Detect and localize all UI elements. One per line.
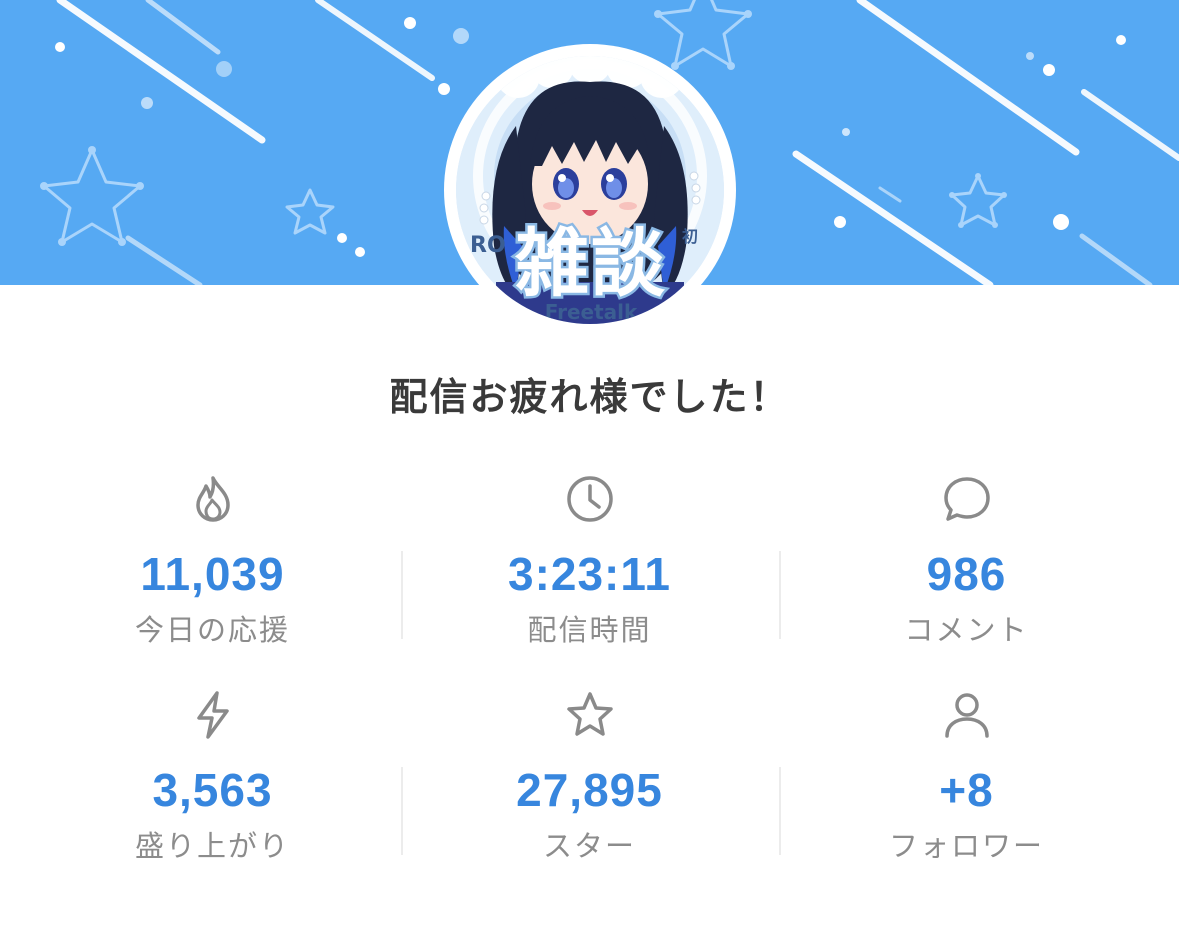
stream-summary-screen: RO 初 雑談 Freetalk 配信お疲れ様でした！ 11,039 今日の応援 [0,0,1179,927]
stat-label: 配信時間 [527,613,652,647]
comment-icon [944,477,990,521]
stat-label: スター [542,829,636,863]
stat-comments: 986 コメント [778,465,1155,681]
avatar-title-text: 雑談 [513,221,668,307]
stat-value: 3:23:11 [507,548,671,600]
star-icon [567,692,613,736]
stat-stars: 27,895 スター [401,681,778,897]
stat-value: 986 [926,548,1007,600]
stats-row-2: 3,563 盛り上がり 27,895 スター +8 フォロワー [24,681,1155,897]
lightning-icon [197,691,229,739]
stat-value: 3,563 [152,764,273,816]
stat-label: 今日の応援 [134,613,290,647]
stat-value: 27,895 [516,764,663,816]
stat-followers: +8 フォロワー [778,681,1155,897]
stat-label: フォロワー [888,829,1044,863]
stat-stream-time: 3:23:11 配信時間 [401,465,778,681]
avatar-subtitle-text: Freetalk [544,300,638,324]
clock-icon [567,476,613,522]
stat-label: 盛り上がり [134,829,290,863]
streamer-avatar[interactable]: RO 初 雑談 Freetalk [456,56,724,324]
person-icon [945,693,989,738]
stat-cheers: 11,039 今日の応援 [24,465,401,681]
stats-grid: 11,039 今日の応援 3:23:11 配信時間 986 コメント 3,563… [24,465,1155,897]
flame-icon [196,476,230,522]
stat-value: 11,039 [140,548,285,600]
stat-excitement: 3,563 盛り上がり [24,681,401,897]
stat-value: +8 [939,764,994,816]
stat-label: コメント [904,613,1029,647]
stats-row-1: 11,039 今日の応援 3:23:11 配信時間 986 コメント [24,465,1155,681]
page-title: 配信お疲れ様でした！ [389,375,790,419]
